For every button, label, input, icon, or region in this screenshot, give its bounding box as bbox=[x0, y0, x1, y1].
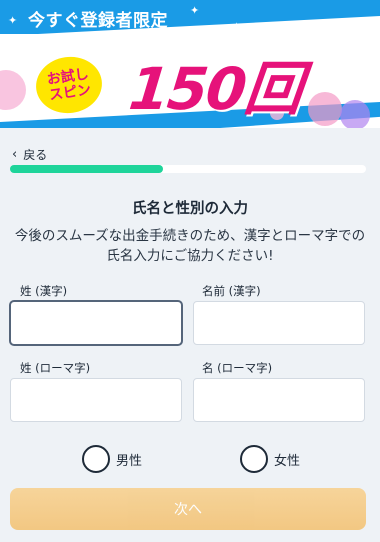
next-button[interactable]: 次へ bbox=[10, 488, 366, 530]
back-label: 戻る bbox=[23, 148, 48, 162]
section-description: 今後のスムーズな出金手続きのため、漢字とローマ字での氏名入力にご協力ください! bbox=[14, 228, 366, 264]
decor-bubble bbox=[308, 92, 342, 126]
progress-bar bbox=[10, 165, 366, 173]
radio-circle[interactable] bbox=[240, 445, 268, 473]
sparkle-icon: ✦ bbox=[190, 4, 200, 17]
sparkle-icon: ✦ bbox=[8, 14, 18, 27]
spin-count: 150回 bbox=[125, 55, 305, 123]
last-name-roman-input[interactable] bbox=[10, 378, 182, 422]
last-name-roman-label: 姓 (ローマ字) bbox=[20, 361, 91, 375]
radio-circle[interactable] bbox=[82, 445, 110, 473]
first-name-kanji-label: 名前 (漢字) bbox=[202, 284, 261, 298]
first-name-kanji-input[interactable] bbox=[193, 301, 365, 345]
last-name-kanji-label: 姓 (漢字) bbox=[20, 284, 68, 298]
first-name-roman-label: 名 (ローマ字) bbox=[202, 361, 273, 375]
promo-banner: ✦ ✦ ✦ 今すぐ登録者限定 お試し スピン 150回 bbox=[0, 0, 380, 128]
progress-fill bbox=[10, 165, 164, 173]
back-button[interactable]: ‹ 戻る bbox=[12, 146, 47, 163]
gender-female-label: 女性 bbox=[274, 453, 301, 469]
first-name-roman-input[interactable] bbox=[193, 378, 365, 422]
gender-male-radio[interactable]: 男性 bbox=[82, 445, 142, 473]
banner-headline: 今すぐ登録者限定 bbox=[28, 11, 168, 31]
last-name-kanji-input[interactable] bbox=[10, 301, 182, 345]
chevron-left-icon: ‹ bbox=[12, 147, 18, 162]
decor-bubble bbox=[340, 100, 370, 128]
sparkle-icon: ✦ bbox=[232, 20, 242, 33]
section-title: 氏名と性別の入力 bbox=[132, 201, 248, 217]
gender-female-radio[interactable]: 女性 bbox=[240, 445, 300, 473]
gender-male-label: 男性 bbox=[116, 453, 143, 469]
